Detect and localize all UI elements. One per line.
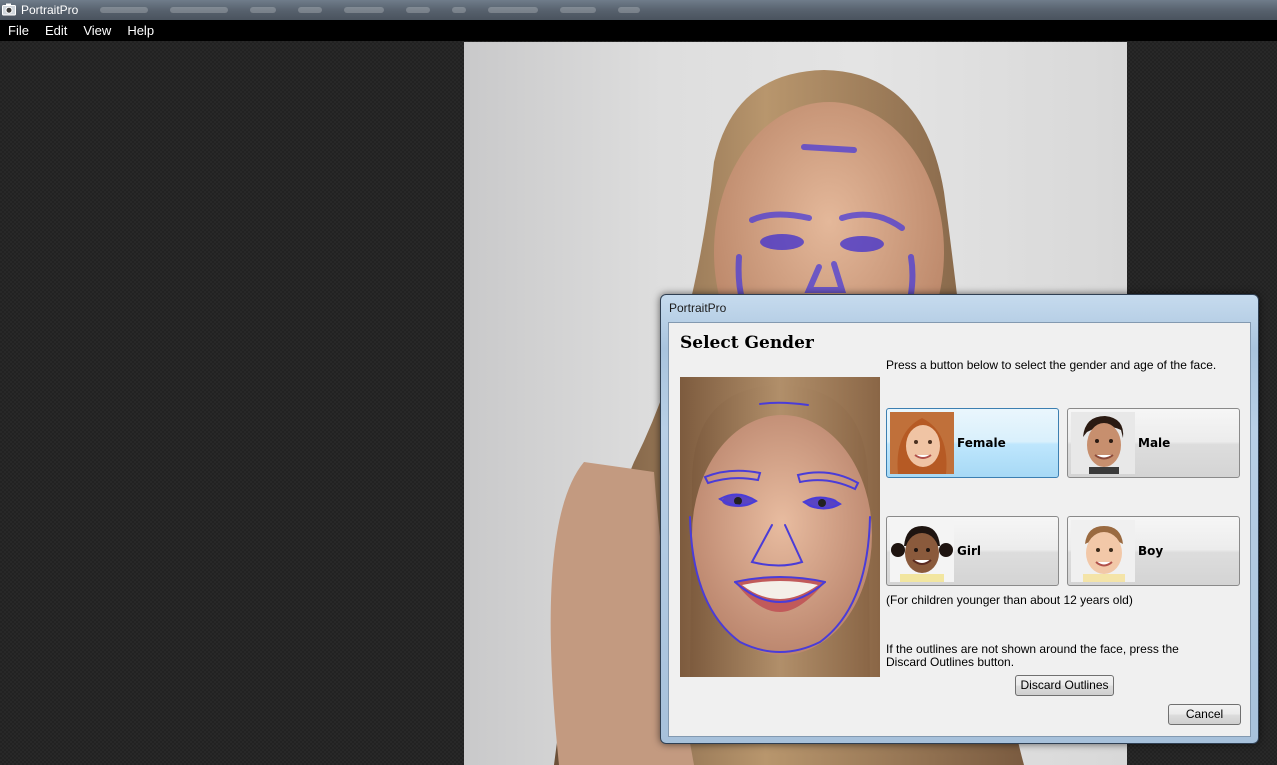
discard-outlines-button[interactable]: Discard Outlines	[1015, 675, 1114, 696]
select-gender-dialog: PortraitPro Select Gender Press a button…	[660, 294, 1259, 744]
title-bar: PortraitPro	[0, 0, 1277, 20]
outline-note-line2: Discard Outlines button.	[886, 655, 1015, 669]
boy-thumbnail	[1071, 520, 1135, 582]
male-label: Male	[1138, 436, 1171, 450]
menu-bar: File Edit View Help	[0, 20, 1277, 41]
boy-label: Boy	[1138, 544, 1164, 558]
menu-view[interactable]: View	[75, 20, 119, 41]
dialog-body: Select Gender Press a button below to se…	[668, 322, 1251, 737]
menu-edit[interactable]: Edit	[37, 20, 75, 41]
girl-button[interactable]: Girl	[886, 516, 1059, 586]
girl-label: Girl	[957, 544, 981, 558]
female-button[interactable]: Female	[886, 408, 1059, 478]
cancel-button[interactable]: Cancel	[1168, 704, 1241, 725]
face-preview	[680, 377, 880, 677]
menu-file[interactable]: File	[0, 20, 37, 41]
dialog-heading: Select Gender	[680, 333, 814, 353]
girl-thumbnail	[890, 520, 954, 582]
male-thumbnail	[1071, 412, 1135, 474]
window-title: PortraitPro	[21, 3, 79, 17]
male-button[interactable]: Male	[1067, 408, 1240, 478]
female-thumbnail	[890, 412, 954, 474]
dialog-title: PortraitPro	[669, 301, 727, 315]
boy-button[interactable]: Boy	[1067, 516, 1240, 586]
menu-help[interactable]: Help	[119, 20, 162, 41]
children-note: (For children younger than about 12 year…	[886, 593, 1133, 607]
face-preview-image	[680, 377, 880, 677]
blurred-toolbar	[100, 0, 640, 20]
instruction-text: Press a button below to select the gende…	[886, 358, 1217, 372]
camera-icon	[2, 3, 16, 16]
female-label: Female	[957, 436, 1006, 450]
